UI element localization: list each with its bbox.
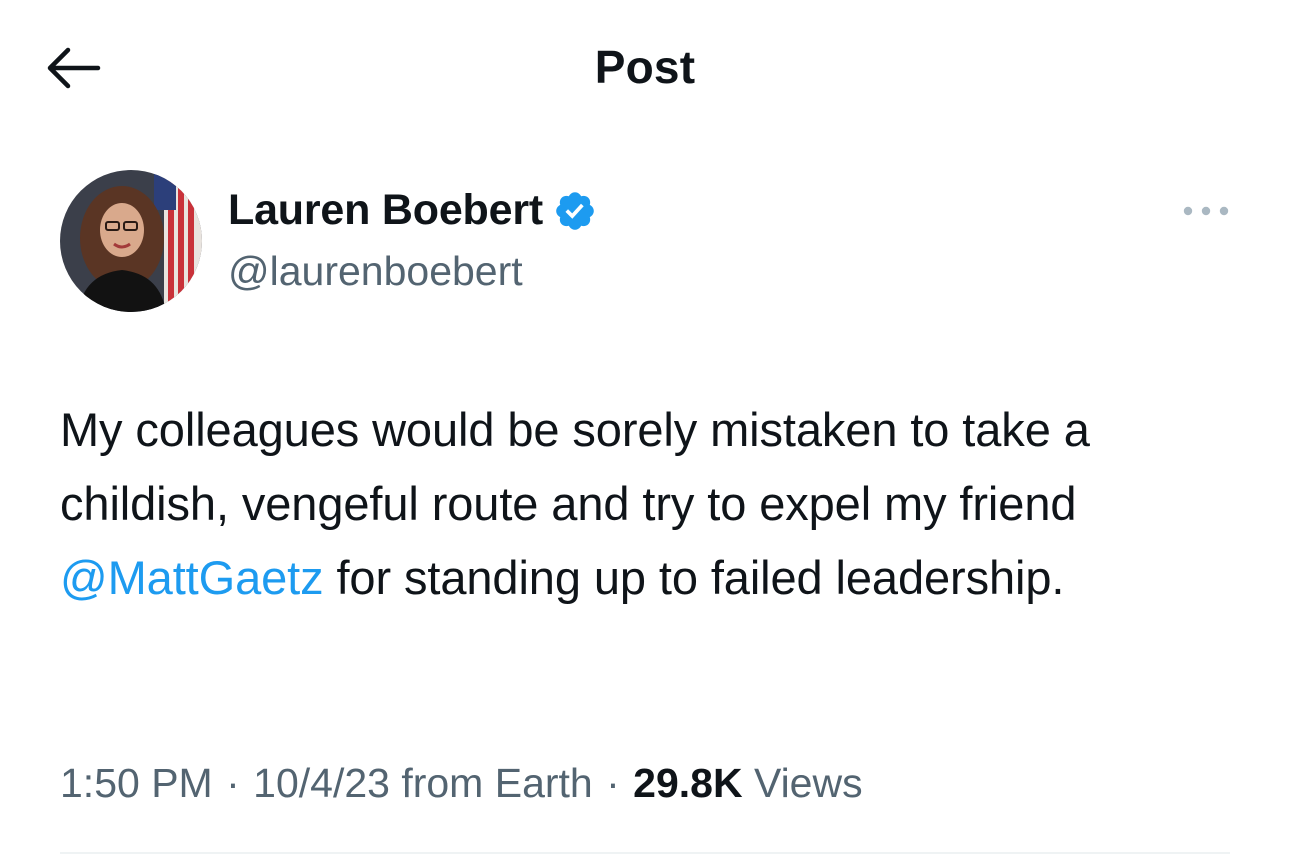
post-author: Lauren Boebert @laurenboebert bbox=[60, 170, 1230, 315]
post-time[interactable]: 1:50 PM bbox=[60, 760, 213, 806]
avatar[interactable] bbox=[60, 170, 202, 312]
separator: · bbox=[594, 760, 632, 806]
mention-link[interactable]: @MattGaetz bbox=[60, 551, 324, 604]
profile-photo bbox=[60, 170, 202, 312]
separator: · bbox=[214, 760, 252, 806]
post-text-part: My colleagues would be sorely mistaken t… bbox=[60, 403, 1090, 530]
author-name-row[interactable]: Lauren Boebert bbox=[228, 186, 597, 235]
post-source: from Earth bbox=[389, 760, 593, 806]
more-horizontal-icon bbox=[1183, 206, 1229, 216]
post-date[interactable]: 10/4/23 bbox=[253, 760, 390, 806]
display-name: Lauren Boebert bbox=[228, 186, 543, 234]
page-title: Post bbox=[594, 41, 696, 93]
top-bar: Post bbox=[0, 0, 1290, 140]
post-text: My colleagues would be sorely mistaken t… bbox=[60, 393, 1240, 615]
views-count[interactable]: 29.8K bbox=[633, 760, 742, 806]
author-handle[interactable]: @laurenboebert bbox=[228, 248, 523, 295]
post-metadata: 1:50 PM · 10/4/23 from Earth · 29.8K Vie… bbox=[60, 760, 863, 807]
post-text-part: for standing up to failed leadership. bbox=[323, 551, 1065, 604]
views-label: Views bbox=[742, 760, 863, 806]
more-options-button[interactable] bbox=[1170, 196, 1230, 226]
verified-badge-icon bbox=[553, 189, 597, 233]
divider bbox=[60, 852, 1230, 854]
